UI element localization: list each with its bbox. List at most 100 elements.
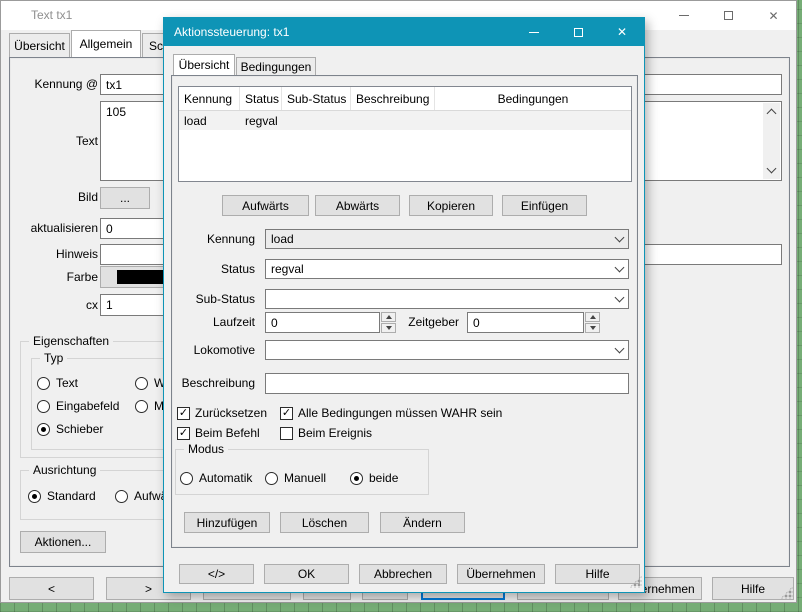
uebersicht-tab-panel: Kennung Status Sub-Status Beschreibung B…: [171, 75, 638, 548]
beim-ereignis-label: Beim Ereignis: [298, 425, 372, 441]
radio-standard-label: Standard: [47, 488, 96, 504]
dialog-titlebar[interactable]: Aktionssteuerung: tx1 ✕: [164, 18, 644, 46]
chevron-down-icon: [615, 232, 625, 242]
col-status: Status: [240, 87, 282, 110]
hilfe-button[interactable]: Hilfe: [712, 577, 794, 600]
beschreibung-input[interactable]: [265, 373, 629, 394]
dialog-maximize-button[interactable]: [556, 18, 600, 46]
alle-bedingungen-label: Alle Bedingungen müssen WAHR sein: [298, 405, 502, 421]
bild-label: Bild: [12, 187, 98, 208]
dialog-close-button[interactable]: ✕: [600, 18, 644, 46]
radio-aufwaerts[interactable]: [115, 490, 128, 503]
farbe-label: Farbe: [12, 266, 98, 288]
hinzufuegen-button[interactable]: Hinzufügen: [184, 512, 270, 533]
typ-group-title: Typ: [40, 351, 67, 365]
aktionen-button[interactable]: Aktionen...: [20, 531, 106, 553]
laufzeit-label: Laufzeit: [172, 312, 255, 333]
loeschen-button[interactable]: Löschen: [280, 512, 369, 533]
eigenschaften-group-title: Eigenschaften: [29, 334, 113, 348]
zeitgeber-input[interactable]: 0: [467, 312, 584, 333]
alle-bedingungen-checkbox[interactable]: ✓: [280, 407, 293, 420]
radio-manuell-label: Manuell: [284, 470, 326, 486]
beim-befehl-label: Beim Befehl: [195, 425, 260, 441]
radio-typ-web[interactable]: [135, 377, 148, 390]
radio-beide[interactable]: [350, 472, 363, 485]
radio-typ-schieber-label: Schieber: [56, 421, 103, 437]
maximize-icon: [724, 11, 733, 20]
laufzeit-spinner[interactable]: [381, 312, 396, 333]
check-icon: ✓: [179, 428, 188, 439]
kennung-label: Kennung: [172, 229, 255, 249]
zeitgeber-spinner[interactable]: [585, 312, 600, 333]
dialog-tab-bedingungen[interactable]: Bedingungen: [236, 57, 316, 75]
actions-table[interactable]: Kennung Status Sub-Status Beschreibung B…: [178, 86, 632, 182]
substatus-combobox[interactable]: [265, 289, 629, 309]
spinner-up-icon: [381, 312, 396, 322]
radio-typ-text-label: Text: [56, 375, 78, 391]
window-title: Text tx1: [31, 1, 72, 30]
dialog-tab-uebersicht[interactable]: Übersicht: [173, 54, 235, 75]
dialog-uebernehmen-button[interactable]: Übernehmen: [457, 564, 545, 584]
dialog-hilfe-button[interactable]: Hilfe: [555, 564, 640, 584]
abwaerts-button[interactable]: Abwärts: [315, 195, 400, 216]
kennung-combobox[interactable]: load: [265, 229, 629, 249]
dialog-abbrechen-button[interactable]: Abbrechen: [359, 564, 447, 584]
tab-uebersicht[interactable]: Übersicht: [9, 33, 70, 57]
check-icon: ✓: [282, 408, 291, 419]
check-icon: ✓: [179, 408, 188, 419]
col-substatus: Sub-Status: [282, 87, 351, 110]
hinweis-label: Hinweis: [12, 244, 98, 265]
chevron-down-icon: [615, 292, 625, 302]
table-row[interactable]: load regval: [179, 111, 631, 130]
radio-typ-eingabefeld[interactable]: [37, 400, 50, 413]
col-kennung: Kennung: [179, 87, 240, 110]
col-bedingungen: Bedingungen: [435, 87, 631, 110]
radio-typ-schieber[interactable]: [37, 423, 50, 436]
col-beschreibung: Beschreibung: [351, 87, 435, 110]
lokomotive-combobox[interactable]: [265, 340, 629, 360]
status-combobox[interactable]: regval: [265, 259, 629, 279]
close-button[interactable]: ✕: [751, 1, 796, 30]
close-icon: ✕: [768, 9, 778, 23]
aufwaerts-button[interactable]: Aufwärts: [222, 195, 309, 216]
radio-manuell[interactable]: [265, 472, 278, 485]
radio-automatik-label: Automatik: [199, 470, 252, 486]
kopieren-button[interactable]: Kopieren: [409, 195, 493, 216]
minimize-icon: [529, 32, 539, 33]
einfuegen-button[interactable]: Einfügen: [502, 195, 587, 216]
spinner-down-icon: [381, 323, 396, 333]
table-header: Kennung Status Sub-Status Beschreibung B…: [179, 87, 631, 111]
scroll-down-icon[interactable]: [763, 162, 780, 179]
modus-group-title: Modus: [184, 442, 228, 456]
dialog-minimize-button[interactable]: [512, 18, 556, 46]
beim-befehl-checkbox[interactable]: ✓: [177, 427, 190, 440]
aendern-button[interactable]: Ändern: [380, 512, 465, 533]
dialog-xml-button[interactable]: </>: [179, 564, 254, 584]
laufzeit-input[interactable]: 0: [265, 312, 380, 333]
radio-typ-mod[interactable]: [135, 400, 148, 413]
tab-allgemein[interactable]: Allgemein: [71, 30, 141, 57]
text-scrollbar[interactable]: [763, 103, 780, 179]
dialog-ok-button[interactable]: OK: [264, 564, 349, 584]
radio-typ-text[interactable]: [37, 377, 50, 390]
zuruecksetzen-checkbox[interactable]: ✓: [177, 407, 190, 420]
spinner-up-icon: [585, 312, 600, 322]
bild-browse-button[interactable]: ...: [100, 187, 150, 209]
radio-typ-eingabefeld-label: Eingabefeld: [56, 398, 119, 414]
zuruecksetzen-label: Zurücksetzen: [195, 405, 267, 421]
spinner-down-icon: [585, 323, 600, 333]
ausrichtung-group-title: Ausrichtung: [29, 463, 100, 477]
radio-automatik[interactable]: [180, 472, 193, 485]
aktualisieren-label: aktualisieren: [12, 218, 98, 239]
radio-standard[interactable]: [28, 490, 41, 503]
scroll-up-icon[interactable]: [763, 103, 780, 120]
maximize-icon: [574, 28, 583, 37]
zeitgeber-label: Zeitgeber: [407, 312, 459, 333]
chevron-down-icon: [615, 262, 625, 272]
close-icon: ✕: [617, 25, 627, 39]
minimize-button[interactable]: [661, 1, 706, 30]
prev-button[interactable]: <: [9, 577, 94, 600]
status-label: Status: [172, 259, 255, 279]
maximize-button[interactable]: [706, 1, 751, 30]
beim-ereignis-checkbox[interactable]: [280, 427, 293, 440]
